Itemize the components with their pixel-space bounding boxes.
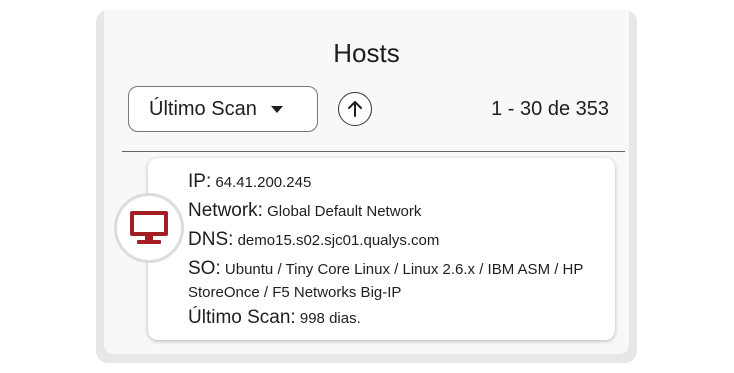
last-scan-row: Último Scan: 998 dias. — [188, 304, 618, 333]
divider — [122, 151, 625, 152]
sort-direction-button[interactable] — [338, 92, 372, 126]
os-row: SO: Ubuntu / Tiny Core Linux / Linux 2.6… — [188, 257, 613, 304]
desktop-monitor-icon — [130, 211, 168, 244]
os-label: SO: — [188, 258, 221, 279]
pagination-text: 1 - 30 de 353 — [491, 98, 609, 120]
host-details: IP: 64.41.200.245 Network: Global Defaul… — [188, 168, 618, 333]
ip-value: 64.41.200.245 — [215, 174, 312, 191]
dns-label: DNS: — [188, 229, 234, 250]
sort-field-dropdown[interactable]: Último Scan — [128, 86, 318, 132]
network-row: Network: Global Default Network — [188, 197, 618, 226]
last-scan-value: 998 dias. — [299, 310, 361, 327]
ip-row: IP: 64.41.200.245 — [188, 168, 618, 197]
network-value: Global Default Network — [267, 203, 422, 220]
dns-value: demo15.s02.sjc01.qualys.com — [237, 232, 440, 249]
os-value: Ubuntu / Tiny Core Linux / Linux 2.6.x /… — [188, 261, 584, 301]
network-label: Network: — [188, 200, 263, 221]
host-avatar — [114, 193, 184, 263]
ip-label: IP: — [188, 171, 212, 192]
dns-row: DNS: demo15.s02.sjc01.qualys.com — [188, 226, 618, 255]
caret-down-icon — [270, 105, 283, 113]
sort-field-label: Último Scan — [149, 97, 257, 120]
last-scan-label: Último Scan: — [188, 307, 296, 328]
arrow-up-icon — [348, 101, 362, 117]
page-title: Hosts — [333, 38, 400, 68]
